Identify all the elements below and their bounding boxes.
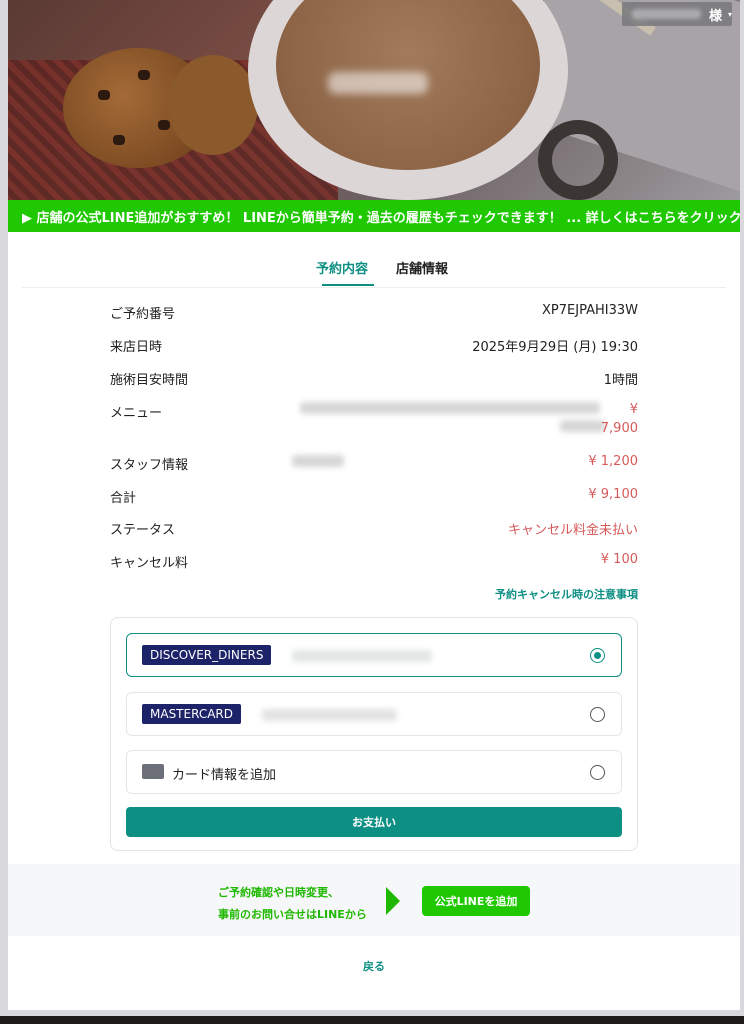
add-line-button[interactable]: 公式LINEを追加 [422, 886, 530, 916]
payment-panel: DISCOVER_DINERS MASTERCARD カード情報を追加 お支払い [110, 617, 638, 851]
menu-name-blurred [300, 402, 600, 414]
card-number-blurred [262, 709, 397, 721]
hero-cookie-chip [113, 135, 125, 145]
card-brand-badge: MASTERCARD [142, 704, 241, 724]
cancel-fee-label: キャンセル料 [110, 556, 189, 571]
cancel-fee-value: ¥ 100 [600, 552, 638, 567]
payment-method-option[interactable]: DISCOVER_DINERS [126, 633, 622, 677]
line-cta-section: ご予約確認や日時変更、 事前のお問い合せはLINEから 公式LINEを追加 [8, 864, 740, 936]
hero-mug-handle [538, 120, 618, 200]
arrow-right-icon [386, 887, 400, 915]
menu-currency: ¥ [629, 402, 638, 417]
staff-label: スタッフ情報 [110, 458, 189, 473]
line-cta-text: ご予約確認や日時変更、 事前のお問い合せはLINEから [218, 882, 367, 926]
staff-name-blurred [292, 455, 344, 467]
hero-image: 様 ▾ [8, 0, 740, 200]
total-value: ¥ 9,100 [588, 487, 638, 502]
add-card-label: カード情報を追加 [172, 768, 277, 783]
menu-row: メニュー ¥ 7,900 [110, 402, 638, 442]
visit-datetime-value: 2025年9月29日 (月) 19:30 [472, 340, 638, 355]
cancel-policy-link[interactable]: 予約キャンセル時の注意事項 [495, 586, 638, 602]
tab-bar: 予約内容 店舗情報 [22, 248, 726, 288]
duration-label: 施術目安時間 [110, 373, 189, 388]
total-label: 合計 [110, 491, 137, 506]
reservation-number-label: ご予約番号 [110, 307, 176, 322]
menu-label: メニュー [110, 406, 163, 421]
pay-button[interactable]: お支払い [126, 807, 622, 837]
card-brand-badge: DISCOVER_DINERS [142, 645, 272, 665]
line-cta-text-line1: ご予約確認や日時変更、 [218, 886, 339, 899]
payment-method-option[interactable]: MASTERCARD [126, 692, 622, 736]
chevron-down-icon: ▾ [727, 9, 732, 19]
user-honorific: 様 [708, 8, 722, 24]
card-number-blurred [292, 650, 432, 662]
menu-price: 7,900 [600, 421, 638, 436]
bottom-background-strip [0, 1016, 744, 1024]
radio-selected[interactable] [590, 648, 605, 663]
visit-datetime-label: 来店日時 [110, 340, 163, 355]
hero-cookie-chip [98, 90, 110, 100]
user-name-blurred [632, 9, 701, 19]
line-promo-banner[interactable]: ▶ 店舗の公式LINE追加がおすすめ！ LINEから簡単予約・過去の履歴もチェッ… [8, 200, 740, 232]
hero-cookie-second [168, 55, 258, 155]
add-card-option[interactable]: カード情報を追加 [126, 750, 622, 794]
status-label: ステータス [110, 523, 176, 538]
page-card: 様 ▾ ▶ 店舗の公式LINE追加がおすすめ！ LINEから簡単予約・過去の履歴… [8, 0, 740, 1010]
back-link[interactable]: 戻る [8, 958, 740, 974]
menu-detail-blurred [560, 420, 605, 432]
tab-reservation-details[interactable]: 予約内容 [316, 258, 368, 277]
user-menu[interactable]: 様 ▾ [622, 2, 732, 26]
staff-fee: ¥ 1,200 [588, 454, 638, 469]
shop-name-blurred [328, 72, 428, 94]
radio-unselected[interactable] [590, 707, 605, 722]
line-cta-text-line2: 事前のお問い合せはLINEから [218, 908, 367, 921]
tab-shop-info[interactable]: 店舗情報 [396, 258, 448, 277]
active-tab-indicator [322, 284, 374, 286]
reservation-number-value: XP7EJPAHI33W [542, 303, 638, 318]
hero-cookie-chip [158, 120, 170, 130]
status-value: キャンセル料金未払い [507, 523, 638, 538]
duration-value: 1時間 [603, 373, 638, 388]
credit-card-icon [142, 764, 164, 779]
hero-cookie-chip [138, 70, 150, 80]
radio-unselected[interactable] [590, 765, 605, 780]
